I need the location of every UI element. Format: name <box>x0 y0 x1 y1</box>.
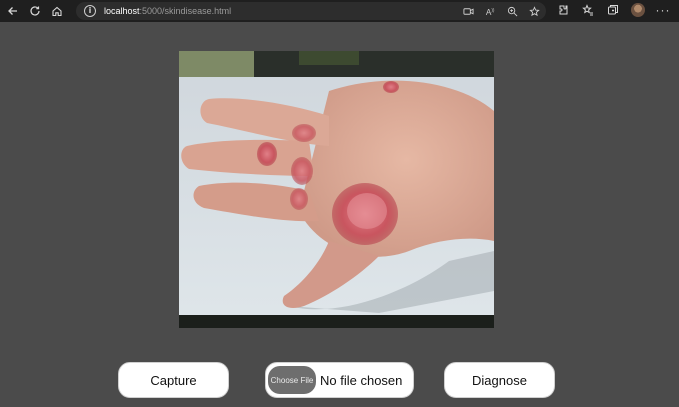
hand-lesion-photo <box>179 51 494 328</box>
extensions-icon[interactable] <box>556 3 570 17</box>
skin-image-preview <box>179 51 494 328</box>
choose-file-button[interactable]: Choose File <box>268 366 316 394</box>
refresh-icon[interactable] <box>26 2 44 20</box>
info-icon[interactable]: i <box>84 5 96 17</box>
url-text: localhost:5000/skindisease.html <box>104 6 232 16</box>
home-icon[interactable] <box>48 2 66 20</box>
back-arrow-icon[interactable] <box>4 2 22 20</box>
read-aloud-icon[interactable]: A)) <box>484 5 496 17</box>
diagnose-button[interactable]: Diagnose <box>444 362 555 398</box>
zoom-icon[interactable] <box>506 5 518 17</box>
favorites-icon[interactable] <box>581 3 595 17</box>
profile-avatar[interactable] <box>631 3 645 17</box>
address-bar[interactable]: i localhost:5000/skindisease.html A)) <box>76 2 546 20</box>
browser-toolbar: i localhost:5000/skindisease.html A)) ··… <box>0 0 679 22</box>
file-input[interactable]: Choose File No file chosen <box>265 362 414 398</box>
file-status-text: No file chosen <box>320 372 403 388</box>
favorite-icon[interactable] <box>528 5 540 17</box>
collections-icon[interactable] <box>606 3 620 17</box>
capture-button[interactable]: Capture <box>118 362 229 398</box>
video-icon[interactable] <box>462 5 474 17</box>
more-icon[interactable]: ··· <box>656 3 670 17</box>
svg-text:)): )) <box>491 7 495 12</box>
